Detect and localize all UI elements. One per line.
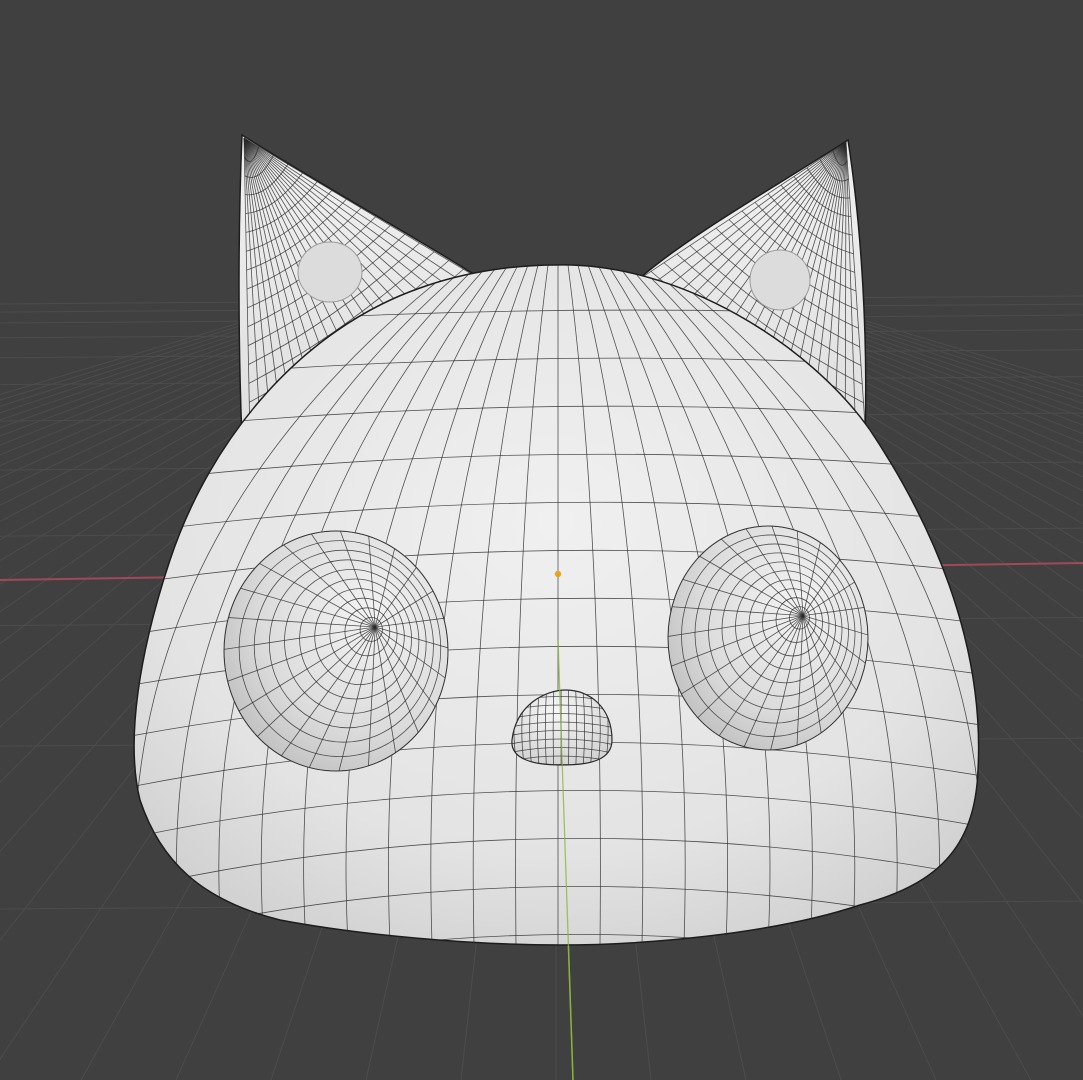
3d-viewport[interactable] [0,0,1083,1080]
object-origin-dot[interactable] [554,570,562,578]
cat-head-object[interactable] [120,133,1000,993]
left-ear-hole [297,241,363,303]
right-ear-hole [749,249,811,311]
viewport-canvas[interactable] [0,0,1083,1080]
